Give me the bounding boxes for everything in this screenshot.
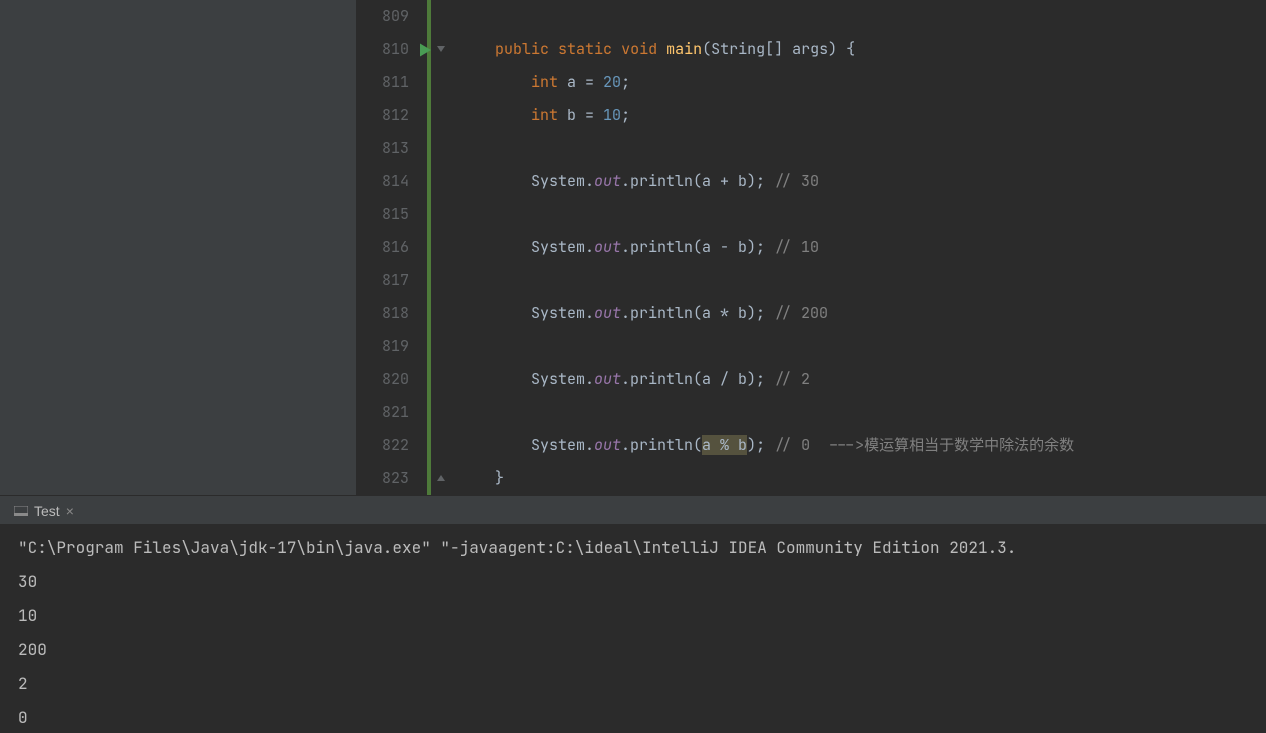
console-line: 10 xyxy=(18,599,1252,633)
console-line: 0 xyxy=(18,701,1252,733)
line-number[interactable]: 823 xyxy=(357,462,409,495)
code-line[interactable]: System.out.println(a % b); // 0 --->模运算相… xyxy=(459,429,1266,462)
code-line[interactable]: System.out.println(a / b); // 2 xyxy=(459,363,1266,396)
line-number[interactable]: 821 xyxy=(357,396,409,429)
code-line[interactable] xyxy=(459,0,1266,33)
fold-close-icon[interactable] xyxy=(435,472,447,484)
close-icon[interactable]: × xyxy=(66,504,74,518)
line-number[interactable]: 811 xyxy=(357,66,409,99)
editor-gutter[interactable]: 8098108118128138148158168178188198208218… xyxy=(357,0,427,495)
project-tool-panel xyxy=(0,0,357,495)
code-line[interactable] xyxy=(459,132,1266,165)
console-line: 2 xyxy=(18,667,1252,701)
fold-column[interactable] xyxy=(431,0,453,495)
code-line[interactable]: int b = 10; xyxy=(459,99,1266,132)
line-number[interactable]: 813 xyxy=(357,132,409,165)
code-line[interactable]: } xyxy=(459,462,1266,495)
line-number[interactable]: 814 xyxy=(357,165,409,198)
console-line: "C:\Program Files\Java\jdk-17\bin\java.e… xyxy=(18,531,1252,565)
console-line: 200 xyxy=(18,633,1252,667)
line-number[interactable]: 820 xyxy=(357,363,409,396)
line-number[interactable]: 819 xyxy=(357,330,409,363)
line-number[interactable]: 816 xyxy=(357,231,409,264)
code-line[interactable]: public static void main(String[] args) { xyxy=(459,33,1266,66)
code-line[interactable] xyxy=(459,330,1266,363)
fold-open-icon[interactable] xyxy=(435,43,447,55)
code-line[interactable] xyxy=(459,396,1266,429)
console-line: 30 xyxy=(18,565,1252,599)
line-number[interactable]: 822 xyxy=(357,429,409,462)
code-line[interactable] xyxy=(459,198,1266,231)
line-number[interactable]: 809 xyxy=(357,0,409,33)
run-output-icon xyxy=(14,506,28,516)
line-number[interactable]: 812 xyxy=(357,99,409,132)
code-line[interactable]: System.out.println(a + b); // 30 xyxy=(459,165,1266,198)
code-line[interactable] xyxy=(459,264,1266,297)
run-config-tab-test[interactable]: Test × xyxy=(8,499,82,524)
line-number[interactable]: 815 xyxy=(357,198,409,231)
run-config-tab-label: Test xyxy=(34,503,60,519)
code-area[interactable]: public static void main(String[] args) {… xyxy=(453,0,1266,495)
line-number[interactable]: 818 xyxy=(357,297,409,330)
code-line[interactable]: System.out.println(a * b); // 200 xyxy=(459,297,1266,330)
line-number[interactable]: 817 xyxy=(357,264,409,297)
editor-area: 8098108118128138148158168178188198208218… xyxy=(0,0,1266,495)
line-number[interactable]: 810 xyxy=(357,33,409,66)
code-line[interactable]: int a = 20; xyxy=(459,66,1266,99)
run-console-output[interactable]: "C:\Program Files\Java\jdk-17\bin\java.e… xyxy=(0,525,1266,733)
run-gutter-icon[interactable] xyxy=(420,43,431,56)
run-tool-tabs-bar: Test × xyxy=(0,495,1266,525)
code-editor[interactable]: 8098108118128138148158168178188198208218… xyxy=(357,0,1266,495)
code-line[interactable]: System.out.println(a - b); // 10 xyxy=(459,231,1266,264)
